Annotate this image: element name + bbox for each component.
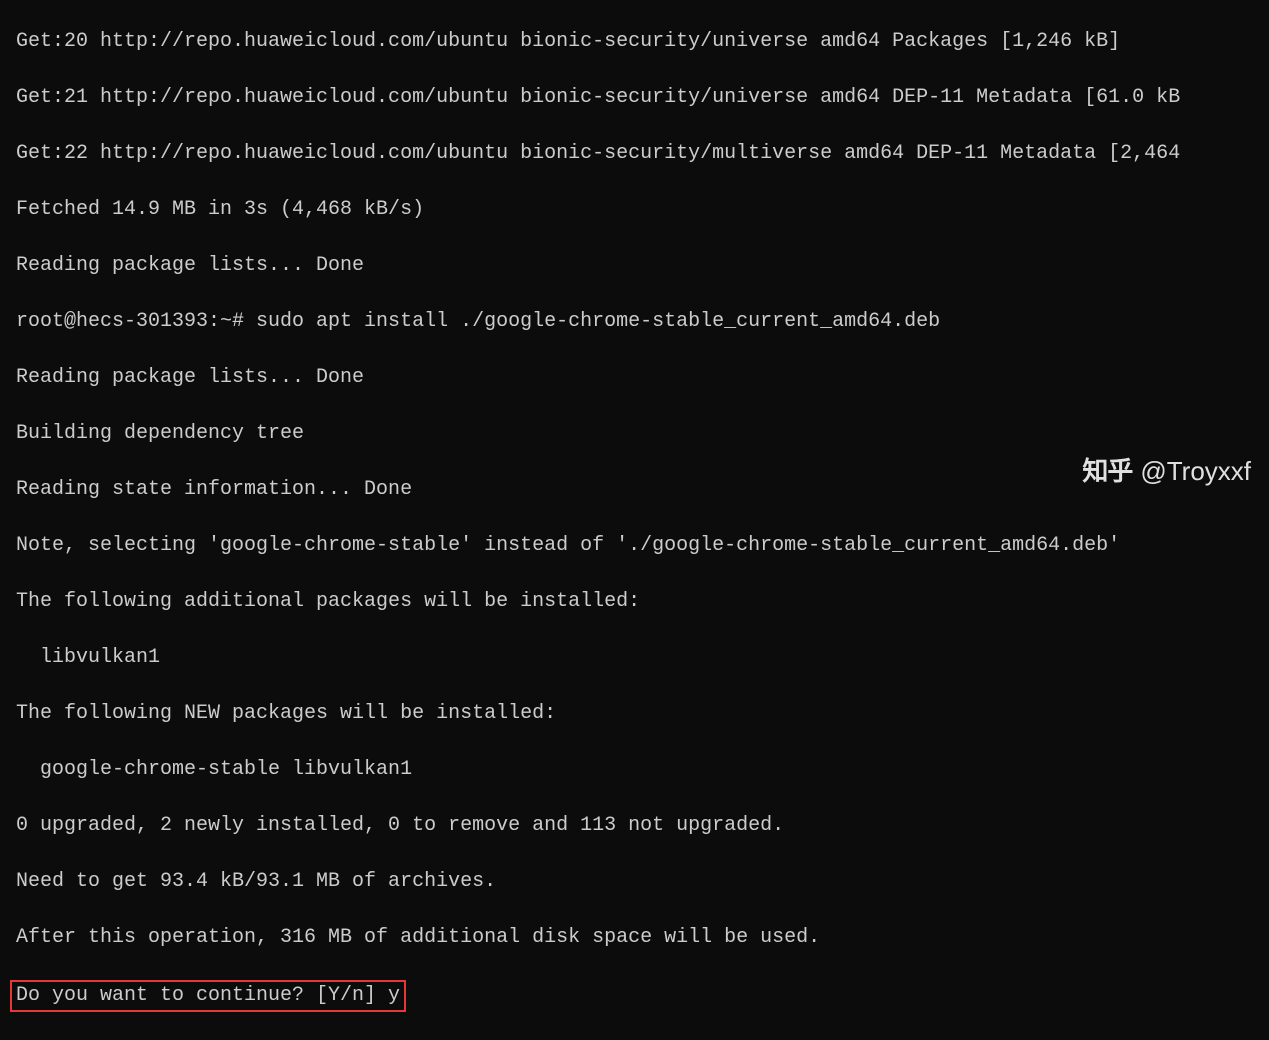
terminal-line: Reading package lists... Done (16, 252, 1253, 280)
terminal-line: root@hecs-301393:~# sudo apt install ./g… (16, 308, 1253, 336)
terminal-line: libvulkan1 (16, 644, 1253, 672)
terminal-line: Get:20 http://repo.huaweicloud.com/ubunt… (16, 28, 1253, 56)
terminal-line: Get:21 http://repo.huaweicloud.com/ubunt… (16, 84, 1253, 112)
watermark: 知乎 @Troyxxf (1082, 453, 1251, 489)
terminal-line: Fetched 14.9 MB in 3s (4,468 kB/s) (16, 196, 1253, 224)
terminal-line: Need to get 93.4 kB/93.1 MB of archives. (16, 868, 1253, 896)
terminal-line: The following additional packages will b… (16, 588, 1253, 616)
terminal-line: Reading package lists... Done (16, 364, 1253, 392)
terminal-line: After this operation, 316 MB of addition… (16, 924, 1253, 952)
terminal-output[interactable]: Get:20 http://repo.huaweicloud.com/ubunt… (16, 0, 1253, 1040)
terminal-line: Note, selecting 'google-chrome-stable' i… (16, 532, 1253, 560)
terminal-line: google-chrome-stable libvulkan1 (16, 756, 1253, 784)
prompt-line-container: Do you want to continue? [Y/n] y (16, 980, 1253, 1012)
terminal-line: Reading state information... Done (16, 476, 1253, 504)
terminal-line: The following NEW packages will be insta… (16, 700, 1253, 728)
terminal-line: 0 upgraded, 2 newly installed, 0 to remo… (16, 812, 1253, 840)
zhihu-logo-icon: 知乎 (1082, 453, 1132, 489)
prompt-highlight: Do you want to continue? [Y/n] y (10, 980, 406, 1012)
watermark-author: @Troyxxf (1140, 453, 1251, 489)
terminal-line: Building dependency tree (16, 420, 1253, 448)
terminal-line: Get:22 http://repo.huaweicloud.com/ubunt… (16, 140, 1253, 168)
